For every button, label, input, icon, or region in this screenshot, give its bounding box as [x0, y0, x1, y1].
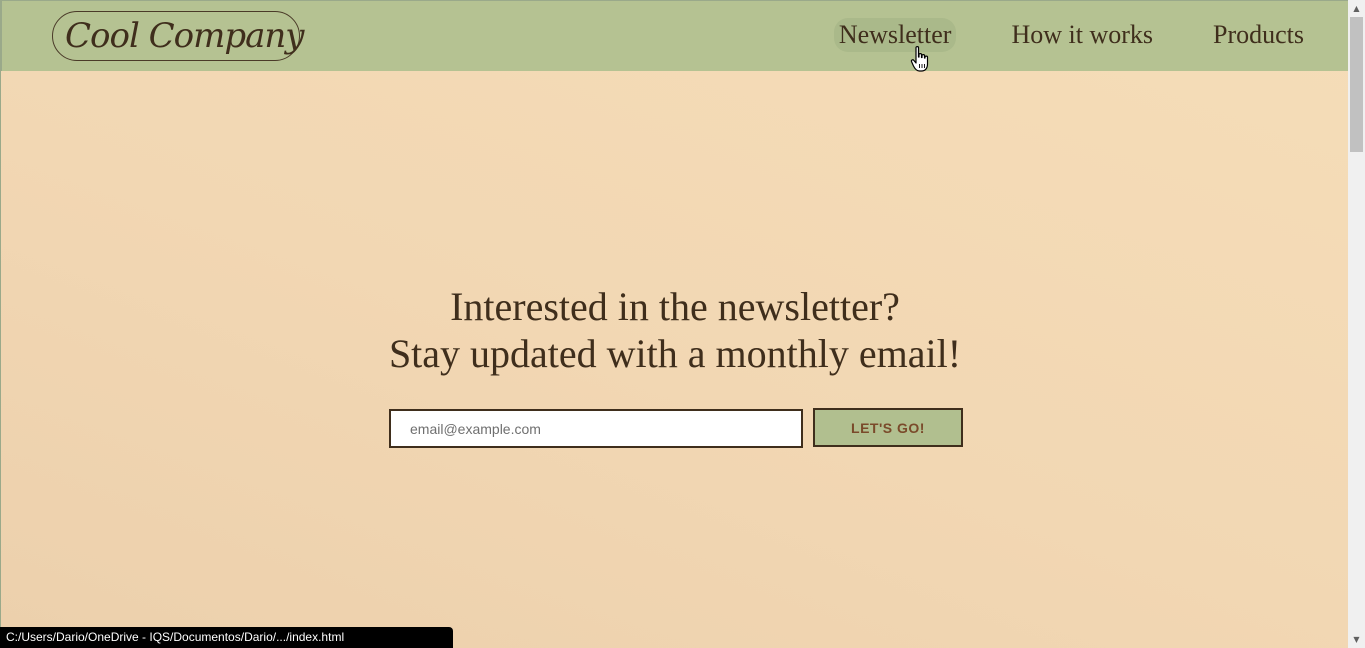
hand-pointer-icon [910, 46, 929, 72]
page-background: Cool Company Newsletter How it works Pro… [0, 0, 1349, 648]
triangle-up-icon[interactable]: ▲ [1348, 0, 1365, 17]
hero-heading-line-1: Interested in the newsletter? [450, 284, 900, 329]
vertical-scrollbar[interactable]: ▲ ▼ [1348, 0, 1365, 648]
nav-link-how-it-works[interactable]: How it works [1006, 18, 1158, 52]
newsletter-form: LET'S GO! [389, 408, 963, 448]
logo[interactable]: Cool Company [52, 11, 305, 61]
email-input[interactable] [389, 409, 803, 448]
nav-link-products[interactable]: Products [1208, 18, 1309, 52]
nav-link-newsletter[interactable]: Newsletter [833, 18, 957, 52]
status-bar-url: C:/Users/Dario/OneDrive - IQS/Documentos… [0, 627, 453, 648]
navbar: Cool Company Newsletter How it works Pro… [1, 0, 1349, 71]
main-nav: Newsletter How it works Products [784, 18, 1309, 52]
triangle-down-icon[interactable]: ▼ [1348, 631, 1365, 648]
newsletter-hero: Interested in the newsletter? Stay updat… [1, 283, 1349, 377]
hero-heading-line-2: Stay updated with a monthly email! [388, 331, 962, 376]
logo-text: Cool Company [65, 16, 305, 56]
scrollbar-thumb[interactable] [1350, 17, 1363, 152]
submit-button[interactable]: LET'S GO! [813, 408, 963, 447]
